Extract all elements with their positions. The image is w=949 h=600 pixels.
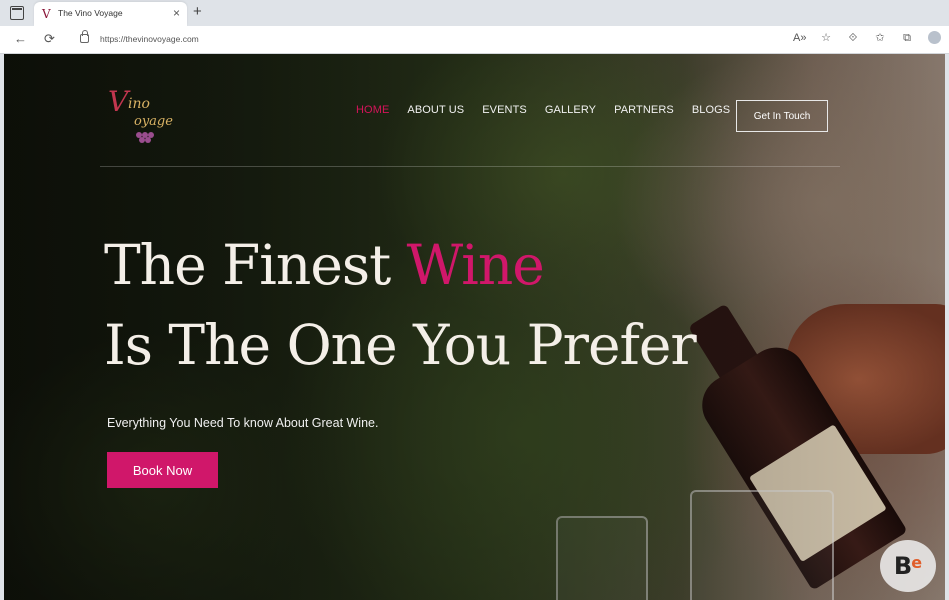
webpage: V ino oyage HOME ABOUT US EVENTS GALLERY… [4, 54, 945, 600]
browser-toolbar: ← ⟳ https://thevinovoyage.com A» ☆ ⟐ ✩ ⧉ [0, 26, 949, 54]
back-button[interactable]: ← [14, 31, 27, 46]
logo-line2: oyage [134, 114, 173, 129]
nav-events[interactable]: EVENTS [482, 104, 527, 116]
nav-home[interactable]: HOME [356, 104, 389, 116]
logo-line1: ino [128, 96, 150, 112]
header-divider [100, 166, 840, 167]
hero-headline-line2: Is The One You Prefer [104, 313, 697, 377]
favorites-add-icon[interactable]: ☆ [820, 31, 832, 45]
address-bar[interactable]: https://thevinovoyage.com [72, 30, 767, 49]
nav-partners[interactable]: PARTNERS [614, 104, 674, 116]
grape-icon [136, 132, 156, 144]
nav-blogs[interactable]: BLOGS [692, 104, 730, 116]
collections-icon[interactable]: ⧉ [901, 31, 913, 45]
tab-actions-icon[interactable] [10, 6, 24, 20]
hero-accent-word: Wine [406, 233, 545, 297]
main-nav: HOME ABOUT US EVENTS GALLERY PARTNERS BL… [356, 104, 730, 116]
behance-watermark: Be [880, 540, 936, 592]
tab-title: The Vino Voyage [58, 8, 123, 18]
lock-icon[interactable] [80, 30, 89, 43]
reload-button[interactable]: ⟳ [44, 31, 55, 47]
toolbar-icons: A» ☆ ⟐ ✩ ⧉ [793, 31, 941, 45]
nav-about-us[interactable]: ABOUT US [407, 104, 464, 116]
hero-headline-line1: The Finest Wine [104, 233, 545, 297]
profile-icon[interactable] [928, 31, 941, 44]
site-logo[interactable]: V ino oyage [108, 88, 188, 152]
hero-subtitle: Everything You Need To know About Great … [107, 416, 379, 430]
tab-close-icon[interactable]: × [173, 6, 180, 20]
nav-gallery[interactable]: GALLERY [545, 104, 596, 116]
url-text[interactable]: https://thevinovoyage.com [100, 34, 199, 44]
extensions-icon[interactable]: ⟐ [847, 31, 859, 45]
tab-vino-voyage[interactable]: V The Vino Voyage × [34, 2, 187, 26]
favorites-icon[interactable]: ✩ [874, 31, 886, 45]
new-tab-button[interactable]: + [193, 3, 202, 20]
read-aloud-icon[interactable]: A» [793, 31, 806, 45]
book-now-button[interactable]: Book Now [107, 452, 218, 488]
tab-bar: V The Vino Voyage × + [0, 0, 949, 26]
favicon-icon: V [42, 7, 51, 21]
get-in-touch-button[interactable]: Get In Touch [736, 100, 828, 132]
logo-v-glyph: V [108, 85, 129, 118]
browser-window: V The Vino Voyage × + ← ⟳ https://thevin… [0, 0, 949, 600]
